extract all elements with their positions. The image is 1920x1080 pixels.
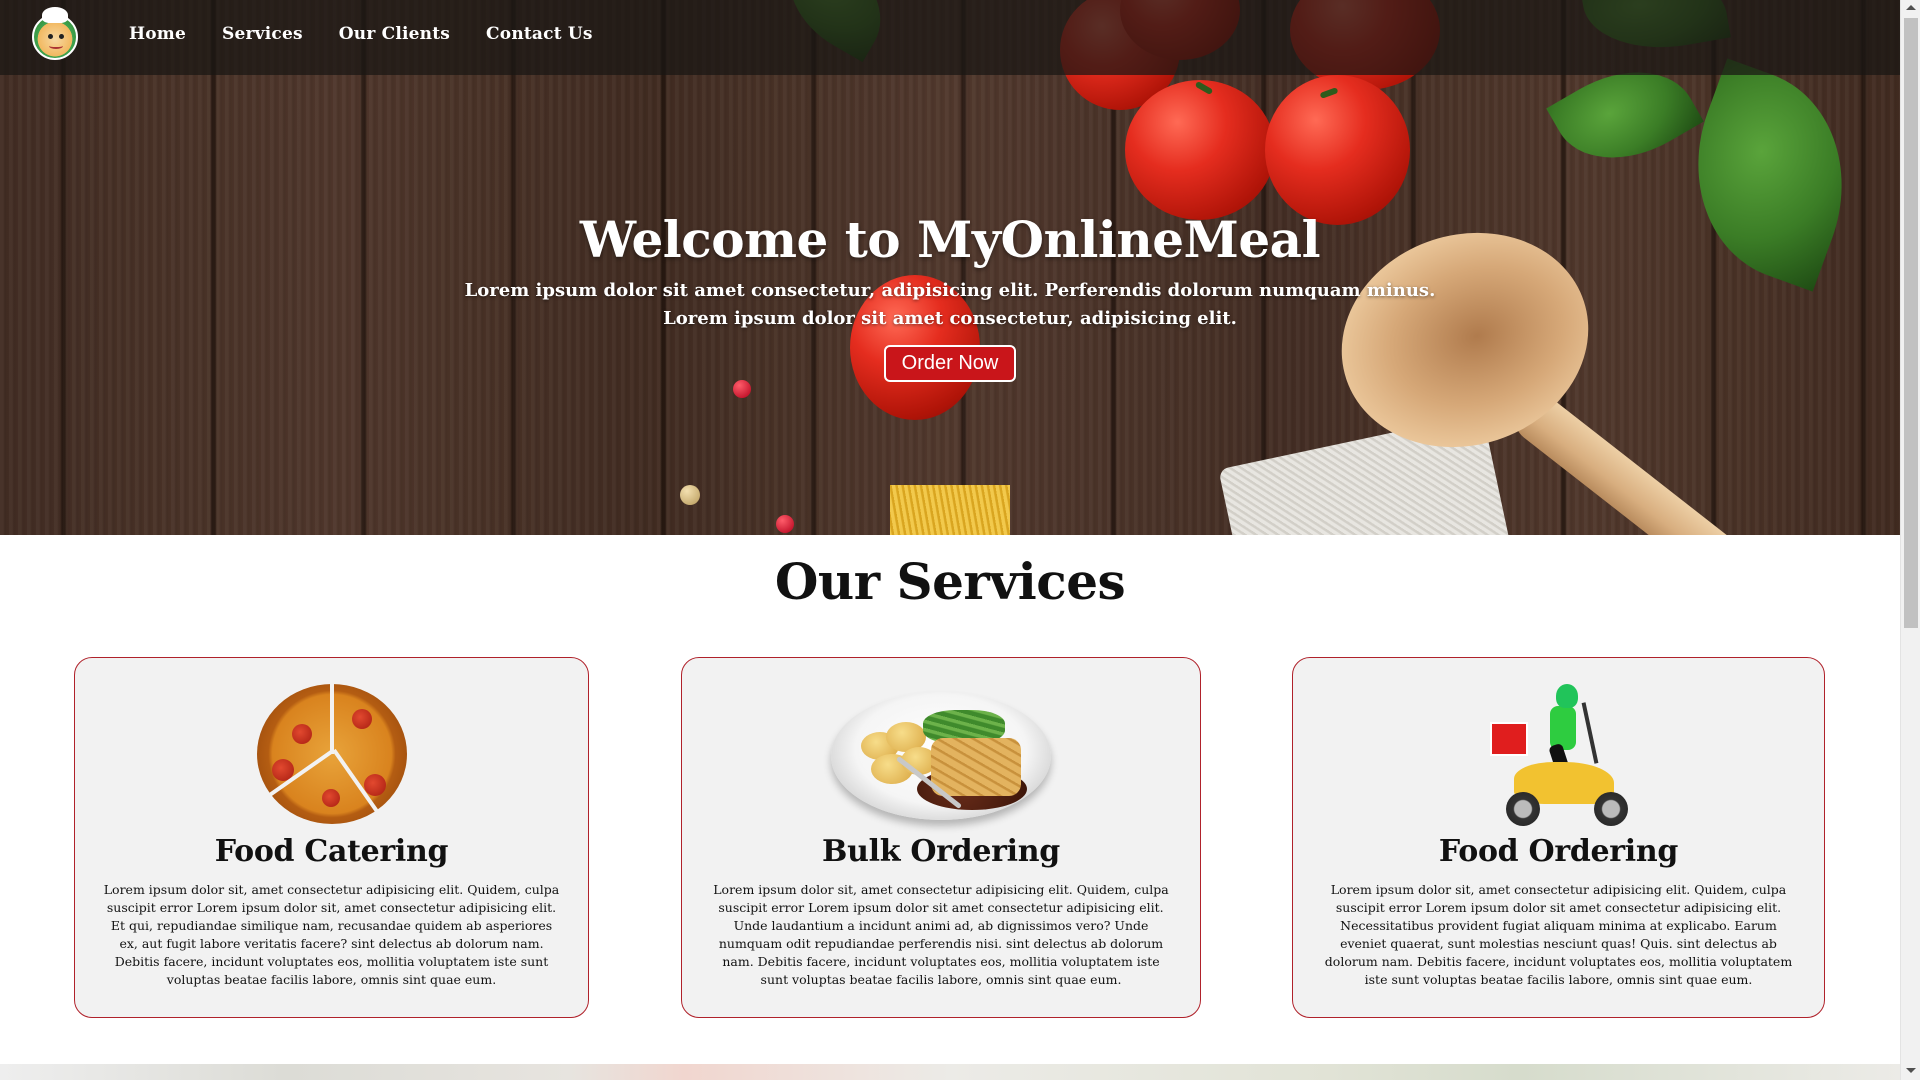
service-card-bulk-ordering: Bulk Ordering Lorem ipsum dolor sit, ame… (681, 657, 1201, 1018)
service-card-title: Food Ordering (1438, 834, 1679, 869)
service-card-food-ordering: Food Ordering Lorem ipsum dolor sit, ame… (1292, 657, 1825, 1018)
service-card-text: Lorem ipsum dolor sit, amet consectetur … (103, 882, 560, 987)
scooter-wheel (1593, 792, 1628, 826)
service-card-title: Bulk Ordering (822, 834, 1060, 869)
nav-link-contact-us[interactable]: Contact Us (486, 24, 593, 44)
scroll-up-icon[interactable] (1906, 5, 1916, 10)
mascot-mouth (49, 43, 63, 49)
rider-body (1549, 706, 1576, 750)
page-scrollbar[interactable] (1900, 0, 1920, 1080)
top-navbar: Home Services Our Clients Contact Us (0, 0, 1900, 75)
chef-hat-icon (42, 7, 68, 23)
order-now-button[interactable]: Order Now (883, 345, 1017, 382)
chickpea-image (680, 485, 700, 505)
nav-links: Home Services Our Clients Contact Us (129, 24, 629, 44)
hero-subtitle: Lorem ipsum dolor sit amet consectetur, … (0, 277, 1900, 333)
scrollbar-thumb[interactable] (1904, 18, 1918, 628)
delivery-scooter-icon (1484, 684, 1634, 826)
next-section-preview (0, 1064, 1900, 1080)
mascot-eye (59, 34, 64, 39)
service-card-text: Lorem ipsum dolor sit, amet consectetur … (713, 882, 1169, 987)
service-image (1293, 684, 1824, 834)
rider-helmet (1555, 684, 1578, 708)
pepperoni (291, 724, 312, 744)
peppercorn-image (776, 515, 794, 533)
pastry-pie (931, 738, 1021, 796)
nav-link-home[interactable]: Home (129, 24, 186, 44)
chef-mascot-icon[interactable] (32, 7, 78, 60)
nav-link-services[interactable]: Services (222, 24, 303, 44)
mascot-eye (48, 34, 53, 39)
pizza-slice-gap (329, 684, 334, 754)
service-card-text: Lorem ipsum dolor sit, amet consectetur … (1324, 882, 1793, 987)
peppercorn-image (733, 380, 751, 398)
nav-link-our-clients[interactable]: Our Clients (339, 24, 450, 44)
hero-content: Welcome to MyOnlineMeal Lorem ipsum dolo… (0, 210, 1900, 382)
pizza-icon (252, 684, 412, 824)
scooter-handle (1581, 702, 1598, 764)
meal-plate-icon (831, 692, 1051, 820)
tomato-image (1265, 75, 1410, 225)
scroll-down-icon[interactable] (1906, 1068, 1916, 1073)
service-card-title: Food Catering (214, 834, 449, 869)
delivery-box (1489, 722, 1528, 756)
service-card-food-catering: Food Catering Lorem ipsum dolor sit, ame… (74, 657, 589, 1018)
pepperoni (321, 789, 340, 807)
pasta-image (890, 485, 1010, 535)
hero-subtitle-line: Lorem ipsum dolor sit amet consectetur, … (464, 280, 1436, 301)
service-image (682, 684, 1200, 834)
pepperoni (351, 709, 372, 729)
hero-subtitle-line: Lorem ipsum dolor sit amet consectetur, … (663, 308, 1237, 329)
services-heading: Our Services (774, 552, 1126, 611)
scooter-wheel (1505, 792, 1540, 826)
service-image (75, 684, 588, 834)
hero-title: Welcome to MyOnlineMeal (579, 210, 1321, 269)
tomato-image (1125, 80, 1275, 220)
